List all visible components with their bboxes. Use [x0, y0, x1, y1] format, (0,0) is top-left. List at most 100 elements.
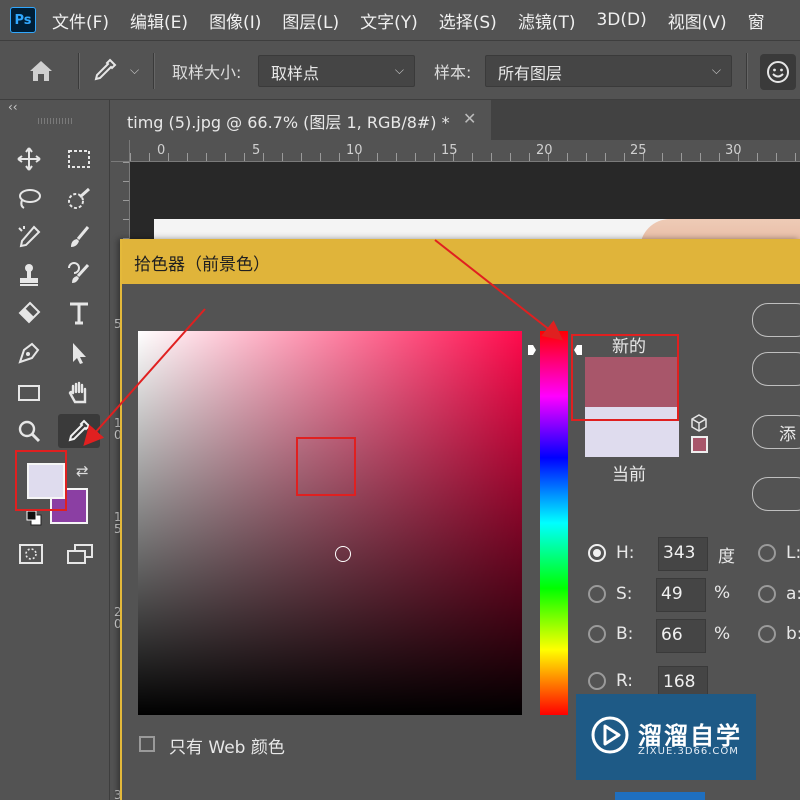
chevron-down-icon[interactable]: ⌵	[130, 63, 139, 78]
hex-input[interactable]	[615, 792, 705, 800]
r-label: R:	[616, 671, 634, 691]
app-logo: Ps	[10, 7, 36, 33]
out-of-gamut-swatch[interactable]	[691, 436, 708, 453]
web-colors-checkbox[interactable]	[139, 736, 155, 752]
sample-size-label: 取样大小:	[172, 63, 242, 82]
history-brush-icon[interactable]	[62, 258, 96, 292]
sample-size-value: 取样点	[271, 64, 320, 83]
ruler-label: 0	[157, 143, 166, 158]
close-icon[interactable]: ✕	[463, 109, 476, 128]
separator	[746, 53, 748, 89]
menu-filter[interactable]: 滤镜(T)	[518, 8, 576, 33]
menu-view[interactable]: 视图(V)	[668, 8, 727, 33]
degree-unit: 度	[718, 547, 735, 567]
ok-button[interactable]	[752, 303, 800, 337]
radio-a[interactable]	[758, 585, 776, 603]
add-button-label: 添	[779, 425, 796, 445]
watermark: 溜溜自学 ZIXUE.3D66.COM	[576, 694, 756, 780]
b-input[interactable]: 66	[656, 619, 706, 653]
annotation-box	[296, 437, 356, 496]
text-icon[interactable]	[62, 296, 96, 330]
web-colors-label: 只有 Web 颜色	[169, 738, 285, 758]
sample-size-select[interactable]: 取样点 ⌵	[258, 55, 415, 87]
eyedropper-tool-icon[interactable]	[58, 414, 100, 448]
cube-icon[interactable]	[690, 414, 708, 432]
hue-slider-handle-left[interactable]	[527, 344, 537, 356]
rectangle-icon[interactable]	[12, 376, 46, 410]
ruler-label: 30	[725, 143, 742, 158]
b-label: B:	[616, 624, 634, 644]
menu-bar: Ps 文件(F) 编辑(E) 图像(I) 图层(L) 文字(Y) 选择(S) 滤…	[0, 0, 800, 40]
path-select-icon[interactable]	[62, 336, 96, 370]
document-tab[interactable]: timg (5).jpg @ 66.7% (图层 1, RGB/8#) *	[111, 100, 491, 140]
ruler-label: 15	[441, 143, 458, 158]
radio-r[interactable]	[588, 672, 606, 690]
ruler-label: 10	[346, 143, 363, 158]
radio-h[interactable]	[588, 544, 606, 562]
menu-select[interactable]: 选择(S)	[439, 8, 497, 33]
lasso-icon[interactable]	[12, 182, 46, 216]
menu-layer[interactable]: 图层(L)	[282, 8, 339, 33]
menu-3d[interactable]: 3D(D)	[596, 10, 646, 30]
sample-label: 样本:	[434, 63, 472, 82]
collapse-panel-icon[interactable]: ‹‹	[8, 100, 18, 114]
a-label: a:	[786, 584, 800, 604]
sample-select[interactable]: 所有图层 ⌵	[485, 55, 732, 87]
options-bar: ⌵ 取样大小: 取样点 ⌵ 样本: 所有图层 ⌵	[0, 40, 800, 100]
percent-unit: %	[714, 583, 731, 603]
eyedropper-icon[interactable]	[92, 57, 118, 83]
ruler-label: 5	[252, 143, 261, 158]
eraser-icon[interactable]	[12, 296, 46, 330]
menu-type[interactable]: 文字(Y)	[360, 8, 418, 33]
color-libraries-button[interactable]	[752, 477, 800, 511]
face-icon[interactable]	[760, 54, 796, 90]
chevron-down-icon: ⌵	[711, 63, 721, 77]
radio-s[interactable]	[588, 585, 606, 603]
play-logo-icon	[591, 716, 629, 754]
radio-b[interactable]	[588, 625, 606, 643]
annotation-box	[15, 450, 67, 511]
panel-grip[interactable]	[38, 118, 74, 124]
move-icon[interactable]	[12, 142, 46, 176]
ruler-label: 25	[630, 143, 647, 158]
menu-image[interactable]: 图像(I)	[209, 8, 261, 33]
current-color-label: 当前	[612, 465, 646, 485]
separator	[153, 53, 155, 89]
s-label: S:	[616, 584, 633, 604]
pen-icon[interactable]	[12, 336, 46, 370]
hue-slider[interactable]	[540, 331, 568, 715]
add-to-swatches-button[interactable]: 添	[752, 415, 800, 449]
menu-window[interactable]: 窗	[748, 8, 765, 33]
swap-icon[interactable]: ⇄	[76, 462, 89, 480]
stamp-icon[interactable]	[12, 258, 46, 292]
healing-icon[interactable]	[12, 220, 46, 254]
dialog-title[interactable]: 拾色器（前景色）	[122, 239, 800, 284]
hand-icon[interactable]	[62, 376, 96, 410]
percent-unit: %	[714, 624, 731, 644]
radio-b-lab[interactable]	[758, 625, 776, 643]
quick-select-icon[interactable]	[62, 182, 96, 216]
radio-l[interactable]	[758, 544, 776, 562]
document-tab-strip: timg (5).jpg @ 66.7% (图层 1, RGB/8#) * ✕	[111, 100, 800, 140]
zoom-icon[interactable]	[12, 414, 46, 448]
screen-mode-icon[interactable]	[66, 543, 94, 565]
watermark-url: ZIXUE.3D66.COM	[638, 746, 739, 757]
home-icon[interactable]	[26, 56, 56, 86]
ruler-ticks	[130, 153, 800, 161]
horizontal-ruler[interactable]: 0 5 10 15 20 25 30	[130, 140, 800, 162]
ruler-origin[interactable]	[111, 140, 130, 162]
cancel-button[interactable]	[752, 352, 800, 386]
h-input[interactable]: 343	[658, 537, 708, 571]
l-label: L:	[786, 543, 800, 563]
menu-edit[interactable]: 编辑(E)	[130, 8, 188, 33]
saturation-brightness-field[interactable]	[138, 331, 522, 715]
document-title: timg (5).jpg @ 66.7% (图层 1, RGB/8#) *	[127, 113, 450, 132]
color-cursor[interactable]	[335, 546, 351, 562]
h-label: H:	[616, 543, 635, 563]
quick-mask-icon[interactable]	[18, 543, 44, 565]
menu-file[interactable]: 文件(F)	[52, 8, 109, 33]
default-colors-icon[interactable]	[26, 510, 42, 526]
s-input[interactable]: 49	[656, 578, 706, 612]
marquee-icon[interactable]	[62, 142, 96, 176]
brush-icon[interactable]	[62, 220, 96, 254]
